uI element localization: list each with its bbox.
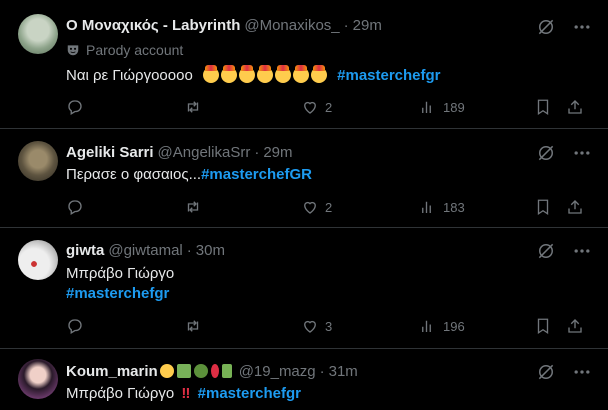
separator: · [186, 241, 192, 259]
parody-mask-icon [67, 45, 79, 56]
tweet-text: Περασε ο φασαιος...#masterchefGR [66, 165, 312, 185]
author-handle[interactable]: @Monaxikos_ [244, 17, 339, 34]
share-icon [568, 319, 582, 333]
tweet[interactable]: Ageliki Sarri @AngelikaSrr · 29m Περασε … [0, 129, 608, 228]
tweet-body: Ναι ρε Γιώργοοοοο [66, 67, 193, 84]
tweet-body: Μπράβο Γιώργο [66, 265, 175, 282]
bookmark-button[interactable] [534, 316, 552, 336]
action-bar: 2 189 [0, 97, 608, 117]
more-icon[interactable] [572, 143, 592, 163]
author-name[interactable]: Ο Μοναχικός - Labyrinth [66, 17, 240, 34]
grok-icon[interactable] [536, 143, 556, 163]
retweet-button[interactable] [184, 97, 202, 117]
like-icon [304, 201, 316, 214]
avatar[interactable] [18, 141, 58, 181]
author-name[interactable]: Koum_marin [66, 363, 158, 380]
share-button[interactable] [566, 316, 584, 336]
reply-button[interactable] [66, 197, 84, 217]
tweet[interactable]: giwta @giwtamal · 30m Μπράβο Γιώργο #mas… [0, 228, 608, 349]
author-handle[interactable]: @giwtamal [108, 242, 182, 259]
like-icon [304, 320, 316, 333]
tweet-text: Μπράβο Γιώργο ‼ #masterchefgr [66, 384, 301, 404]
reply-button[interactable] [66, 316, 84, 336]
parody-text: Parody account [86, 42, 184, 58]
views-icon [422, 101, 431, 113]
tweet-text: Ναι ρε Γιώργοοοοο #masterchefgr [66, 65, 441, 86]
share-button[interactable] [566, 197, 584, 217]
hashtag-link[interactable]: #masterchefgr [198, 385, 301, 402]
hashtag-link[interactable]: #masterchefgr [66, 284, 169, 304]
tweet-header: Koum_marin @19_mazg · 31m [66, 361, 358, 381]
tweet-header: Ο Μοναχικός - Labyrinth @Monaxikos_ · 29… [66, 15, 382, 35]
author-name[interactable]: giwta [66, 242, 104, 259]
tweet-body: Μπράβο Γιώργο [66, 385, 175, 402]
bookmark-icon [537, 199, 549, 216]
like-button[interactable]: 2 [301, 197, 332, 217]
avatar[interactable] [18, 14, 58, 54]
separator: · [254, 143, 260, 161]
action-bar: 3 196 [0, 316, 608, 336]
double-exclamation: ‼ [181, 385, 191, 402]
author-handle[interactable]: @AngelikaSrr [158, 144, 251, 161]
views-icon [422, 320, 431, 332]
tweet-header: Ageliki Sarri @AngelikaSrr · 29m [66, 142, 293, 162]
views-icon [422, 201, 431, 213]
action-bar: 2 183 [0, 197, 608, 217]
bookmark-icon [537, 99, 549, 116]
author-name[interactable]: Ageliki Sarri [66, 144, 154, 161]
views-button[interactable]: 196 [419, 316, 465, 336]
tweet-header: giwta @giwtamal · 30m [66, 240, 225, 260]
party-emoji [202, 65, 333, 84]
like-count: 3 [325, 318, 333, 334]
hashtag-link[interactable]: #masterchefgr [337, 67, 440, 84]
bookmark-icon [537, 318, 549, 335]
views-button[interactable]: 183 [419, 197, 465, 217]
view-count: 196 [443, 318, 465, 334]
retweet-icon [187, 101, 199, 113]
bookmark-button[interactable] [534, 97, 552, 117]
parody-label: Parody account [66, 42, 183, 58]
share-icon [568, 100, 582, 114]
grok-icon[interactable] [536, 241, 556, 261]
reply-icon [68, 100, 82, 115]
tweet-body: Περασε ο φασαιος... [66, 166, 202, 183]
like-button[interactable]: 3 [301, 316, 332, 336]
hashtag-link[interactable]: #masterchefGR [201, 166, 312, 183]
like-count: 2 [325, 99, 333, 115]
name-emoji [159, 363, 235, 380]
reply-button[interactable] [66, 97, 84, 117]
view-count: 183 [443, 199, 465, 215]
separator: · [319, 362, 325, 380]
grok-icon[interactable] [536, 362, 556, 382]
retweet-button[interactable] [184, 316, 202, 336]
tweet[interactable]: Koum_marin @19_mazg · 31m Μπράβο Γιώργο … [0, 349, 608, 410]
views-button[interactable]: 189 [419, 97, 465, 117]
like-count: 2 [325, 199, 333, 215]
like-icon [304, 101, 316, 114]
avatar[interactable] [18, 240, 58, 280]
tweet[interactable]: Ο Μοναχικός - Labyrinth @Monaxikos_ · 29… [0, 0, 608, 129]
bookmark-button[interactable] [534, 197, 552, 217]
share-icon [568, 200, 582, 214]
like-button[interactable]: 2 [301, 97, 332, 117]
more-icon[interactable] [572, 17, 592, 37]
tweet-time[interactable]: 31m [329, 363, 358, 380]
separator: · [343, 16, 349, 34]
reply-icon [68, 319, 82, 334]
grok-icon[interactable] [536, 17, 556, 37]
more-icon[interactable] [572, 362, 592, 382]
retweet-icon [187, 201, 199, 213]
retweet-icon [187, 320, 199, 332]
share-button[interactable] [566, 97, 584, 117]
reply-icon [68, 200, 82, 215]
view-count: 189 [443, 99, 465, 115]
tweet-time[interactable]: 29m [263, 144, 292, 161]
author-handle[interactable]: @19_mazg [239, 363, 316, 380]
avatar[interactable] [18, 359, 58, 399]
retweet-button[interactable] [184, 197, 202, 217]
more-icon[interactable] [572, 241, 592, 261]
tweet-time[interactable]: 30m [196, 242, 225, 259]
tweet-time[interactable]: 29m [353, 17, 382, 34]
